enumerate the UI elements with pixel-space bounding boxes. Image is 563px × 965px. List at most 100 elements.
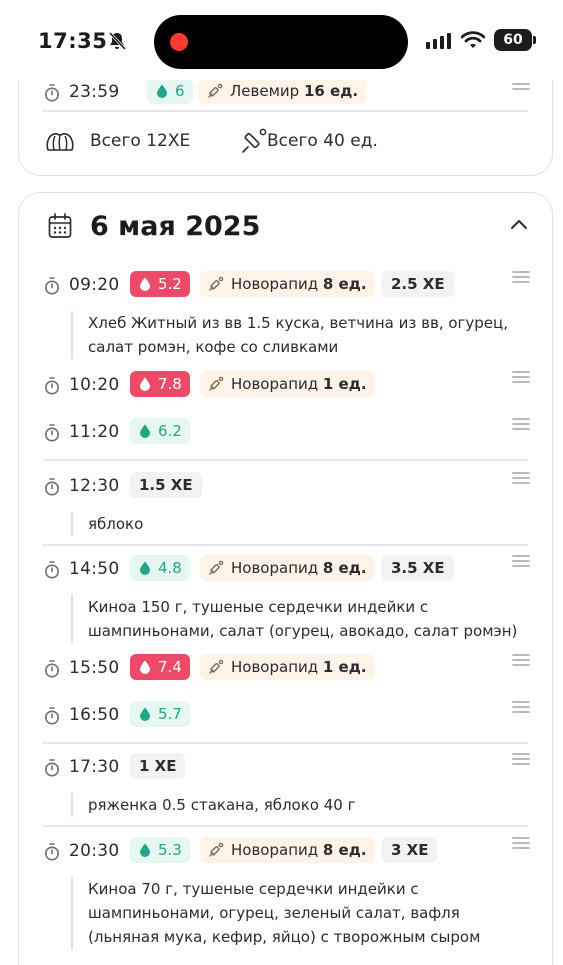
entry-row[interactable]: 20:30 5.3 Новорапид 8 ед. 3 ХЕ bbox=[19, 835, 552, 869]
drop-icon bbox=[139, 424, 151, 438]
divider bbox=[43, 825, 528, 827]
insulin-badge: Левемир 16 ед. bbox=[199, 78, 367, 104]
drag-handle-icon[interactable] bbox=[512, 652, 530, 668]
glucose-badge: 5.3 bbox=[130, 837, 190, 863]
glucose-badge: 7.4 bbox=[130, 654, 190, 680]
entry-row[interactable]: 23:59 6 Левемир 16 ед. bbox=[19, 76, 552, 110]
glucose-badge: 5.2 bbox=[130, 271, 190, 297]
meal-note: Киноа 150 г, тушеные сердечки индейки с … bbox=[71, 595, 532, 643]
syringe-icon bbox=[208, 376, 224, 392]
glucose-value: 5.2 bbox=[158, 275, 182, 293]
drag-handle-icon[interactable] bbox=[512, 553, 530, 569]
entry-row[interactable]: 11:20 6.2 bbox=[19, 416, 552, 450]
glucose-value: 5.7 bbox=[158, 705, 182, 723]
entry-row[interactable]: 14:50 4.8 Новорапид 8 ед. 3.5 ХЕ bbox=[19, 553, 552, 587]
syringe-icon bbox=[208, 659, 224, 675]
day-header[interactable]: 6 мая 2025 bbox=[19, 193, 552, 263]
drag-handle-icon[interactable] bbox=[512, 751, 530, 767]
insulin-dose: 1 ед. bbox=[322, 375, 367, 393]
syringe-icon bbox=[207, 83, 223, 99]
entry-row[interactable]: 15:50 7.4 Новорапид 1 ед. bbox=[19, 652, 552, 686]
glucose-badge: 6.2 bbox=[130, 418, 190, 444]
insulin-dose: 1 ед. bbox=[322, 658, 367, 676]
meal-note: Киноа 70 г, тушеные сердечки индейки с ш… bbox=[71, 877, 532, 949]
dynamic-island bbox=[154, 15, 408, 69]
glucose-value: 7.4 bbox=[158, 658, 182, 676]
drag-handle-icon[interactable] bbox=[512, 416, 530, 432]
glucose-badge: 7.8 bbox=[130, 371, 190, 397]
drag-handle-icon[interactable] bbox=[512, 470, 530, 486]
drag-handle-icon[interactable] bbox=[512, 835, 530, 851]
drag-handle-icon[interactable] bbox=[512, 269, 530, 285]
clock-icon bbox=[44, 660, 60, 678]
divider bbox=[43, 742, 528, 744]
glucose-value: 5.3 bbox=[158, 841, 182, 859]
drop-icon bbox=[139, 707, 151, 721]
divider bbox=[43, 110, 528, 112]
syringe-icon bbox=[242, 128, 267, 153]
entry-time: 16:50 bbox=[69, 705, 120, 725]
xe-badge: 2.5 ХЕ bbox=[382, 271, 454, 297]
entry-time: 17:30 bbox=[69, 757, 120, 777]
status-time: 17:35 bbox=[38, 29, 108, 53]
clock-icon bbox=[44, 759, 60, 777]
total-units-label: Всего 40 ед. bbox=[267, 131, 378, 151]
clock-icon bbox=[44, 478, 60, 496]
entry-row[interactable]: 16:50 5.7 bbox=[19, 699, 552, 733]
drop-icon bbox=[139, 277, 151, 291]
recording-dot-icon bbox=[170, 33, 188, 51]
drop-icon bbox=[139, 561, 151, 575]
clock-icon bbox=[44, 707, 60, 725]
bell-slash-icon bbox=[108, 31, 126, 51]
syringe-icon bbox=[208, 560, 224, 576]
clock-icon bbox=[44, 561, 60, 579]
insulin-badge: Новорапид 8 ед. bbox=[200, 271, 375, 297]
xe-badge: 3 ХЕ bbox=[382, 837, 438, 863]
drop-icon bbox=[156, 84, 168, 98]
entry-time: 11:20 bbox=[69, 422, 120, 442]
glucose-value: 7.8 bbox=[158, 375, 182, 393]
insulin-name: Новорапид bbox=[231, 841, 323, 859]
entry-time: 23:59 bbox=[69, 82, 120, 102]
insulin-badge: Новорапид 1 ед. bbox=[200, 371, 375, 397]
glucose-value: 4.8 bbox=[158, 559, 182, 577]
entry-time: 15:50 bbox=[69, 658, 120, 678]
entry-time: 20:30 bbox=[69, 841, 120, 861]
glucose-badge: 6 bbox=[147, 78, 193, 104]
xe-badge: 1.5 ХЕ bbox=[130, 472, 202, 498]
insulin-dose: 8 ед. bbox=[322, 841, 367, 859]
bread-icon bbox=[46, 132, 74, 151]
syringe-icon bbox=[208, 842, 224, 858]
entry-time: 12:30 bbox=[69, 476, 120, 496]
meal-note: Хлеб Житный из вв 1.5 куска, ветчина из … bbox=[71, 311, 532, 359]
clock-icon bbox=[44, 377, 60, 395]
calendar-icon bbox=[48, 213, 72, 238]
entry-row[interactable]: 12:30 1.5 ХЕ bbox=[19, 470, 552, 504]
chevron-up-icon[interactable] bbox=[510, 218, 528, 230]
entry-row[interactable]: 09:20 5.2 Новорапид 8 ед. 2.5 ХЕ bbox=[19, 269, 552, 303]
entry-time: 10:20 bbox=[69, 375, 120, 395]
day-title: 6 мая 2025 bbox=[90, 211, 261, 242]
drop-icon bbox=[139, 843, 151, 857]
insulin-name: Новорапид bbox=[231, 375, 323, 393]
clock-icon bbox=[44, 277, 60, 295]
entry-time: 14:50 bbox=[69, 559, 120, 579]
syringe-icon bbox=[208, 276, 224, 292]
entry-row[interactable]: 10:20 7.8 Новорапид 1 ед. bbox=[19, 369, 552, 403]
entry-row[interactable]: 17:30 1 ХЕ bbox=[19, 751, 552, 785]
insulin-badge: Новорапид 8 ед. bbox=[200, 837, 375, 863]
drag-handle-icon[interactable] bbox=[512, 699, 530, 715]
xe-badge: 1 ХЕ bbox=[130, 753, 186, 779]
clock-icon bbox=[44, 84, 60, 102]
battery-icon: 60 bbox=[494, 29, 536, 51]
xe-badge: 3.5 ХЕ bbox=[382, 555, 454, 581]
day-card: 6 мая 2025 09:20 5.2 Новорапид 8 ед. 2.5 ХЕ… bbox=[18, 192, 553, 965]
divider bbox=[43, 544, 528, 546]
insulin-badge: Новорапид 1 ед. bbox=[200, 654, 375, 680]
insulin-name: Новорапид bbox=[231, 658, 323, 676]
drag-handle-icon[interactable] bbox=[512, 369, 530, 385]
meal-note: яблоко bbox=[71, 512, 532, 536]
clock-icon bbox=[44, 424, 60, 442]
wifi-icon bbox=[461, 31, 485, 48]
entry-time: 09:20 bbox=[69, 275, 120, 295]
